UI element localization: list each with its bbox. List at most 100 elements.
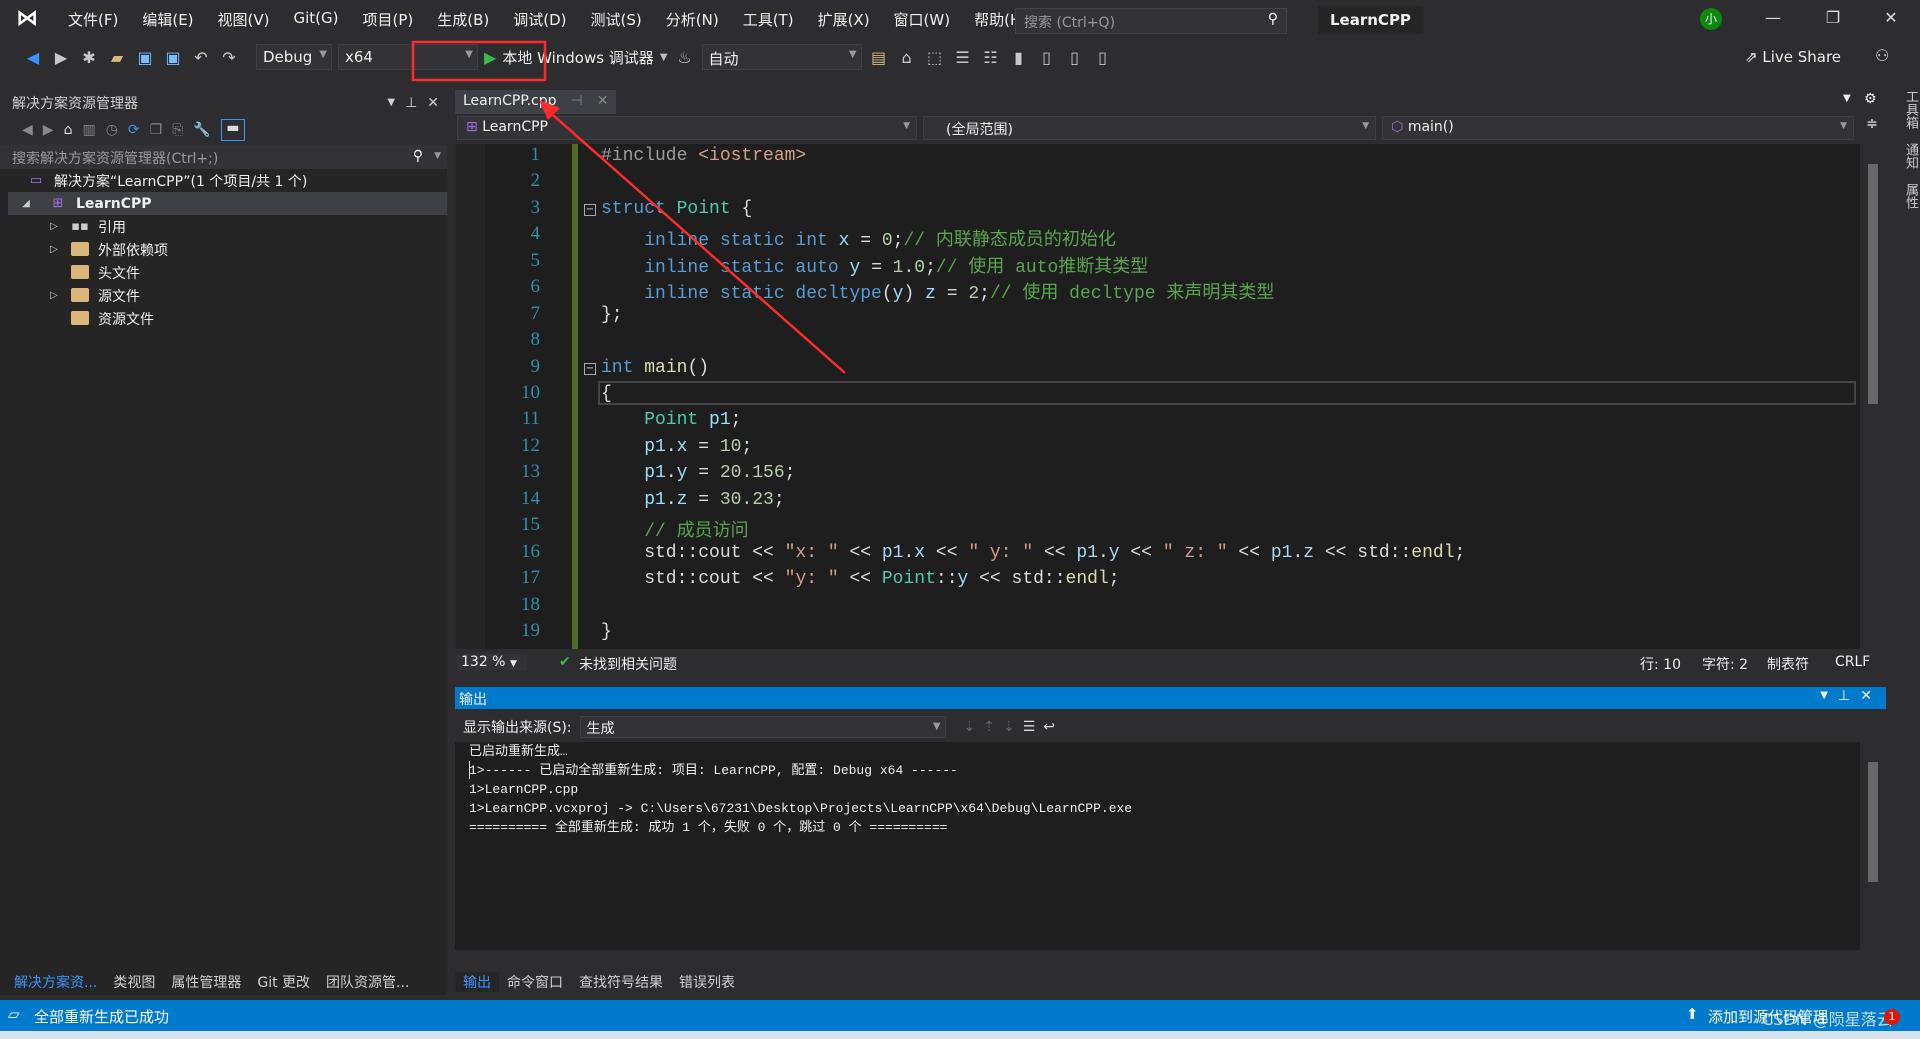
bottom-tab[interactable]: 属性管理器 <box>163 972 249 992</box>
restore-button[interactable]: ❐ <box>1818 8 1848 27</box>
menu-item[interactable]: 调试(D) <box>501 9 578 30</box>
clear-bookmarks-icon[interactable]: ▯ <box>1092 48 1114 67</box>
line-ending[interactable]: CRLF <box>1835 654 1870 670</box>
uncomment-icon[interactable]: ☷ <box>980 48 1002 67</box>
show-all-files-icon[interactable]: ⎘ <box>172 122 183 138</box>
home-icon[interactable]: ⌂ <box>64 122 73 138</box>
avatar[interactable]: 小 <box>1700 8 1722 30</box>
save-all-icon[interactable]: ▣ <box>162 48 184 67</box>
close-icon[interactable]: ✕ <box>1860 688 1872 704</box>
next-bookmark-icon[interactable]: ▯ <box>1064 48 1086 67</box>
start-debug-icon[interactable]: ▶ <box>484 48 496 67</box>
bottom-tab[interactable]: 解决方案资... <box>6 972 106 992</box>
tree-project[interactable]: ◢ ⊞ LearnCPP <box>8 192 447 215</box>
find-in-files-icon[interactable]: ▤ <box>868 48 890 67</box>
line-number[interactable]: 行: 10 <box>1640 654 1681 674</box>
menu-item[interactable]: 分析(N) <box>654 9 731 30</box>
hot-reload-icon[interactable]: ♨ <box>674 48 696 67</box>
tree-item[interactable]: ▷ 源文件 <box>8 284 447 307</box>
prev-message-icon[interactable]: ⇡ <box>983 719 995 735</box>
tree-item[interactable]: ▷ ▪▪ 引用 <box>8 215 447 238</box>
char-number[interactable]: 字符: 2 <box>1702 654 1748 674</box>
output-window-icon[interactable]: ▱ <box>8 1005 20 1023</box>
tree-item[interactable]: ▷ 外部依赖项 <box>8 238 447 261</box>
close-tab-icon[interactable]: ✕ <box>597 93 609 111</box>
scrollbar-thumb[interactable] <box>1868 762 1878 882</box>
expanded-icon[interactable]: ◢ <box>18 198 34 209</box>
chevron-down-icon[interactable]: ▼ <box>660 52 668 63</box>
switch-views-icon[interactable]: ▥ <box>82 122 95 138</box>
indent-mode[interactable]: 制表符 <box>1767 654 1809 674</box>
bottom-tab[interactable]: 查找符号结果 <box>571 972 671 992</box>
tab-dropdown-icon[interactable]: ▼ <box>1843 93 1851 104</box>
bottom-tab[interactable]: 团队资源管... <box>318 972 417 992</box>
dropdown-icon[interactable]: ▼ <box>1820 690 1828 701</box>
select-icon[interactable]: ⬚ <box>924 48 946 67</box>
close-icon[interactable]: ✕ <box>427 95 439 111</box>
save-icon[interactable]: ▣ <box>134 48 156 67</box>
right-strip-tab[interactable]: 工具箱 <box>1903 90 1918 129</box>
menu-item[interactable]: 编辑(E) <box>130 9 205 30</box>
menu-item[interactable]: 工具(T) <box>731 9 806 30</box>
bottom-tab[interactable]: 输出 <box>455 972 499 992</box>
notification-badge[interactable]: 1 <box>1884 1009 1900 1025</box>
output-horizontal-scrollbar[interactable] <box>455 950 1860 968</box>
menu-item[interactable]: 视图(V) <box>206 9 282 30</box>
forward-icon[interactable]: ▶ <box>43 122 54 138</box>
collapse-icon[interactable]: − <box>584 363 596 375</box>
chevron-down-icon[interactable]: ▼ <box>434 151 441 161</box>
menu-item[interactable]: 项目(P) <box>351 9 426 30</box>
bottom-tab[interactable]: 错误列表 <box>671 972 743 992</box>
output-vertical-scrollbar[interactable] <box>1860 742 1886 950</box>
expand-icon[interactable]: ▷ <box>46 244 62 255</box>
solution-search-input[interactable]: 搜索解决方案资源管理器(Ctrl+;) ⚲ ▼ <box>0 145 447 169</box>
home-icon[interactable]: ⌂ <box>896 48 918 67</box>
scrollbar-thumb[interactable] <box>1868 164 1878 404</box>
prev-bookmark-icon[interactable]: ▯ <box>1036 48 1058 67</box>
menu-item[interactable]: 测试(S) <box>579 9 654 30</box>
issues-status[interactable]: 未找到相关问题 <box>579 654 677 674</box>
back-icon[interactable]: ◀ <box>22 122 33 138</box>
code-editor[interactable]: 1 #include <iostream> 2 3 struct Point {−4 i… <box>455 144 1860 649</box>
bottom-tab[interactable]: 类视图 <box>105 972 163 992</box>
tab-learncpp-cpp[interactable]: LearnCPP.cpp ⊣ ✕ <box>455 90 617 114</box>
collapse-all-icon[interactable]: ❐ <box>150 122 163 138</box>
dropdown-icon[interactable]: ▼ <box>387 97 395 108</box>
zoom-select[interactable]: 132 % ▼ <box>457 654 527 670</box>
tree-item[interactable]: 头文件 <box>8 261 447 284</box>
configuration-select[interactable]: Debug ▼ <box>256 44 332 70</box>
right-strip-tab[interactable]: 属性 <box>1903 183 1918 209</box>
search-input[interactable]: 搜索 (Ctrl+Q) ⚲ <box>1015 8 1287 34</box>
feedback-icon[interactable]: ⚇ <box>1875 46 1889 65</box>
pin-icon[interactable]: ⊥ <box>1838 688 1850 704</box>
menu-item[interactable]: 文件(F) <box>56 9 130 30</box>
clear-all-icon[interactable]: ☰ <box>1023 719 1036 735</box>
menu-item[interactable]: Git(G) <box>282 9 351 30</box>
pin-icon[interactable]: ⊥ <box>405 95 417 111</box>
new-item-icon[interactable]: ✱ <box>78 48 100 67</box>
live-share-button[interactable]: ⇗ Live Share <box>1745 48 1841 66</box>
split-icon[interactable]: ≑ <box>1860 116 1884 142</box>
forward-icon[interactable]: ▶ <box>50 48 72 67</box>
start-debugger-button[interactable]: 本地 Windows 调试器 <box>502 47 654 68</box>
output-source-select[interactable]: 生成 ▼ <box>579 716 946 738</box>
tree-item[interactable]: 资源文件 <box>8 307 447 330</box>
nav-member-select[interactable]: ⬡ main() ▼ <box>1382 116 1855 140</box>
menu-item[interactable]: 生成(B) <box>425 9 501 30</box>
bottom-tab[interactable]: Git 更改 <box>249 972 318 992</box>
redo-icon[interactable]: ↷ <box>218 48 240 67</box>
undo-icon[interactable]: ↶ <box>190 48 212 67</box>
preview-icon[interactable]: ▬ <box>220 119 245 141</box>
expand-icon[interactable]: ▷ <box>46 290 62 301</box>
open-folder-icon[interactable]: ▰ <box>106 48 128 67</box>
expand-icon[interactable]: ▷ <box>46 221 62 232</box>
target-select[interactable]: 自动 ▼ <box>701 44 862 70</box>
pin-icon[interactable]: ⊣ <box>571 93 583 111</box>
right-strip-tab[interactable]: 通知 <box>1903 143 1918 169</box>
back-icon[interactable]: ◀ <box>22 48 44 67</box>
menu-item[interactable]: 窗口(W) <box>882 9 963 30</box>
word-wrap-icon[interactable]: ↩ <box>1043 719 1055 735</box>
bookmark-icon[interactable]: ▮ <box>1008 48 1030 67</box>
bottom-tab[interactable]: 命令窗口 <box>499 972 571 992</box>
close-button[interactable]: ✕ <box>1876 8 1906 27</box>
